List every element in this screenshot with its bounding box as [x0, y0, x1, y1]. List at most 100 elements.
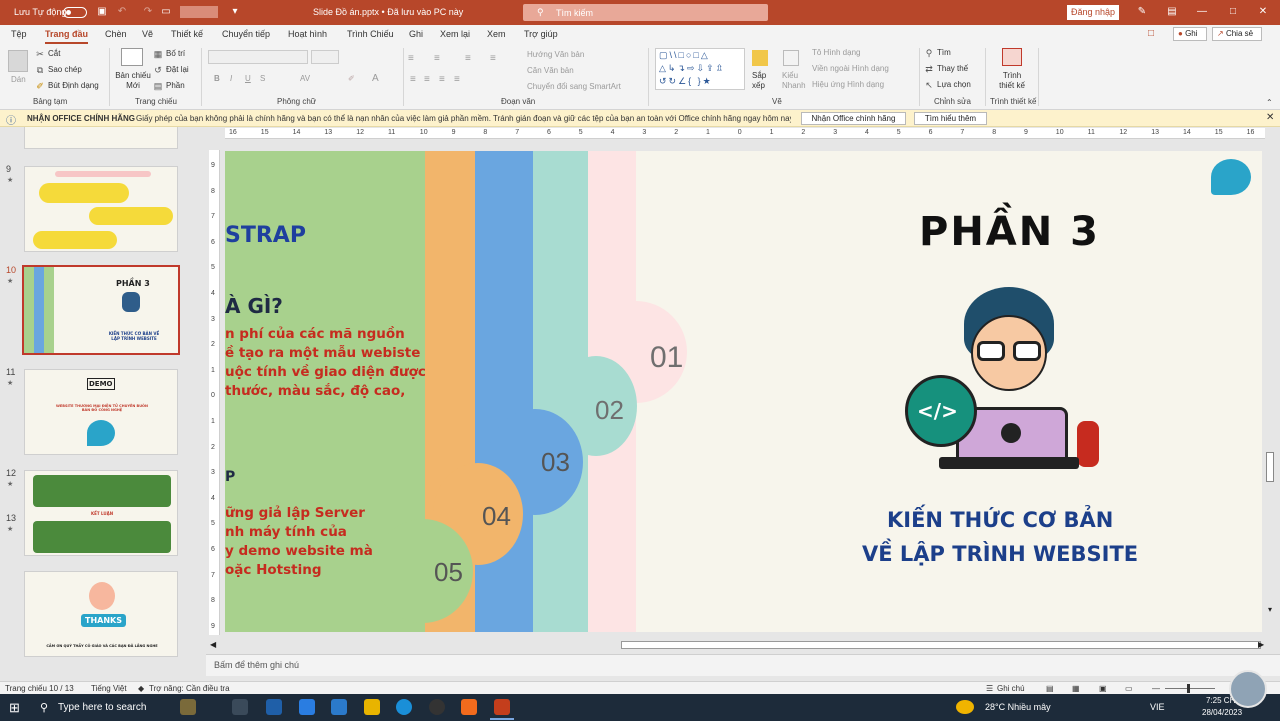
shape-effects-button[interactable]: Hiệu ứng Hình dạng	[812, 80, 884, 89]
underline-icon[interactable]: U	[245, 74, 251, 83]
outdent-icon[interactable]: ≡	[490, 53, 496, 64]
slide-thumbnail-8[interactable]	[24, 127, 178, 149]
copy-button[interactable]: Sao chép	[48, 65, 82, 74]
zoom-out-icon[interactable]: —	[1152, 684, 1160, 693]
replace-button[interactable]: Thay thế	[937, 64, 968, 73]
justify-icon[interactable]: ≡	[454, 74, 460, 85]
new-slide-icon[interactable]	[121, 48, 143, 66]
xampp-icon[interactable]	[461, 699, 477, 715]
shapes-gallery[interactable]: ▢\\□○□△ △↳↴⇨⇩⇪⇫ ↺↻∠{ }★	[655, 48, 745, 90]
user-avatar[interactable]	[1229, 670, 1267, 708]
shape-outline-button[interactable]: Viền ngoài Hình dạng	[812, 64, 889, 73]
align-text-button[interactable]: Căn Văn bản	[527, 66, 574, 75]
quick-styles-button[interactable]: Kiểu Nhanh	[782, 71, 806, 91]
scroll-left-icon[interactable]: ◀	[210, 640, 216, 649]
zoom-slider-thumb[interactable]	[1187, 684, 1190, 693]
language-status[interactable]: Tiếng Việt	[91, 684, 127, 693]
italic-icon[interactable]: I	[230, 74, 232, 83]
taskbar-widget-icon[interactable]	[180, 699, 196, 715]
tab-transitions[interactable]: Chuyển tiếp	[222, 29, 270, 39]
bullets-icon[interactable]: ≡	[408, 53, 414, 64]
zalo-icon[interactable]	[299, 699, 315, 715]
tab-insert[interactable]: Chèn	[105, 29, 127, 39]
accessibility-status[interactable]: Trợ năng: Cần điều tra	[149, 684, 230, 693]
notes-toggle-button[interactable]: Ghi chú	[997, 684, 1025, 693]
tab-draw[interactable]: Vẽ	[142, 29, 153, 39]
sign-in-button[interactable]: Đăng nhập	[1067, 5, 1119, 20]
file-explorer-icon[interactable]	[364, 699, 380, 715]
vertical-scroll-thumb[interactable]	[1266, 452, 1274, 482]
font-size-field[interactable]	[311, 50, 339, 64]
scroll-right-icon[interactable]: ▶	[1258, 640, 1264, 649]
slide-thumbnail-10[interactable]: PHẦN 3 KIẾN THỨC CƠ BẢN VỀ LẬP TRÌNH WEB…	[22, 265, 180, 355]
reading-view-icon[interactable]: ▣	[1099, 684, 1107, 693]
tab-record[interactable]: Ghi	[409, 29, 423, 39]
chrome-icon[interactable]	[429, 699, 445, 715]
indent-icon[interactable]: ≡	[465, 53, 471, 64]
edge-icon[interactable]	[396, 699, 412, 715]
slide-thumbnail-11[interactable]: DEMO WEBSITE THƯƠNG MẠI ĐIỆN TỬ CHUYÊN B…	[24, 369, 178, 455]
tab-slideshow[interactable]: Trình Chiếu	[347, 29, 394, 39]
numbering-icon[interactable]: ≡	[434, 53, 440, 64]
smartart-button[interactable]: Chuyển đổi sang SmartArt	[527, 82, 621, 91]
weather-status[interactable]: 28°C Nhiều mây	[985, 702, 1051, 712]
record-button[interactable]: ● Ghi	[1173, 27, 1207, 41]
find-button[interactable]: Tìm	[937, 48, 951, 57]
scroll-down-icon[interactable]: ▾	[1268, 605, 1272, 614]
arrange-button[interactable]: Sắp xếp	[752, 71, 774, 91]
slide-thumbnail-9[interactable]	[24, 166, 178, 252]
input-language[interactable]: VIE	[1150, 702, 1165, 712]
format-painter-button[interactable]: Bút Định dạng	[48, 81, 99, 90]
save-icon[interactable]: ▣	[96, 6, 108, 18]
section-button[interactable]: Phần	[166, 81, 185, 90]
comments-icon[interactable]: □	[1148, 28, 1154, 39]
highlight-icon[interactable]: ✐	[348, 74, 355, 83]
new-slide-button[interactable]: Bản chiếu Mới	[115, 71, 151, 91]
clock-date[interactable]: 28/04/2023	[1202, 708, 1242, 717]
slide-thumbnail-13[interactable]: THANKS CẢM ƠN QUÝ THẦY CÔ GIÁO VÀ CÁC BẠ…	[24, 571, 178, 657]
autosave-toggle[interactable]	[63, 7, 87, 18]
cut-button[interactable]: Cắt	[48, 49, 60, 58]
zoom-slider[interactable]	[1165, 688, 1215, 689]
slideshow-icon[interactable]: ▭	[1125, 684, 1133, 693]
vscode-icon[interactable]	[331, 699, 347, 715]
tab-animations[interactable]: Hoạt hình	[288, 29, 327, 39]
tab-review[interactable]: Xem lại	[440, 29, 470, 39]
file-app-icon[interactable]	[266, 699, 282, 715]
font-size-box[interactable]	[180, 6, 218, 18]
select-button[interactable]: Lựa chọn	[937, 80, 971, 89]
tab-help[interactable]: Trợ giúp	[524, 29, 558, 39]
taskbar-search-input[interactable]: Type here to search	[58, 702, 146, 713]
align-left-icon[interactable]: ≡	[410, 74, 416, 85]
redo-icon[interactable]: ↷	[142, 6, 154, 18]
get-office-button[interactable]: Nhận Office chính hãng	[801, 112, 906, 125]
text-direction-button[interactable]: Hướng Văn bản	[527, 50, 584, 59]
collapse-ribbon-icon[interactable]: ⌃	[1266, 98, 1273, 107]
tab-home[interactable]: Trang đầu	[45, 29, 89, 44]
windows-start-icon[interactable]: ⊞	[9, 700, 20, 716]
tab-file[interactable]: Tệp	[11, 29, 27, 39]
shape-fill-button[interactable]: Tô Hình dạng	[812, 48, 860, 57]
minimize-icon[interactable]: —	[1196, 6, 1208, 18]
designer-button[interactable]: Trình thiết kế	[996, 71, 1028, 91]
document-title[interactable]: Slide Đồ án.pptx • Đã lưu vào PC này	[313, 7, 463, 17]
paste-label[interactable]: Dán	[11, 75, 26, 84]
font-name-box[interactable]	[208, 50, 308, 64]
tab-design[interactable]: Thiết kế	[171, 29, 203, 39]
present-icon[interactable]: ▭	[160, 6, 172, 18]
slide-sorter-icon[interactable]: ▦	[1072, 684, 1080, 693]
restore-icon[interactable]: □	[1227, 6, 1239, 18]
task-view-icon[interactable]	[232, 699, 248, 715]
share-button[interactable]: ↗ Chia sẻ	[1212, 27, 1262, 41]
pen-icon[interactable]: ✎	[1136, 6, 1148, 18]
normal-view-icon[interactable]: ▤	[1046, 684, 1054, 693]
undo-icon[interactable]: ↶	[116, 6, 128, 18]
paste-icon[interactable]	[8, 50, 28, 72]
reset-button[interactable]: Đặt lại	[166, 65, 189, 74]
learn-more-button[interactable]: Tìm hiểu thêm	[914, 112, 987, 125]
current-slide[interactable]: 01 02 03 04 05 STRAP À GÌ? n phí của các…	[225, 151, 1262, 632]
char-spacing-icon[interactable]: AV	[300, 74, 310, 83]
close-icon[interactable]: ✕	[1257, 6, 1269, 18]
strike-icon[interactable]: S	[260, 74, 265, 83]
align-right-icon[interactable]: ≡	[439, 74, 445, 85]
